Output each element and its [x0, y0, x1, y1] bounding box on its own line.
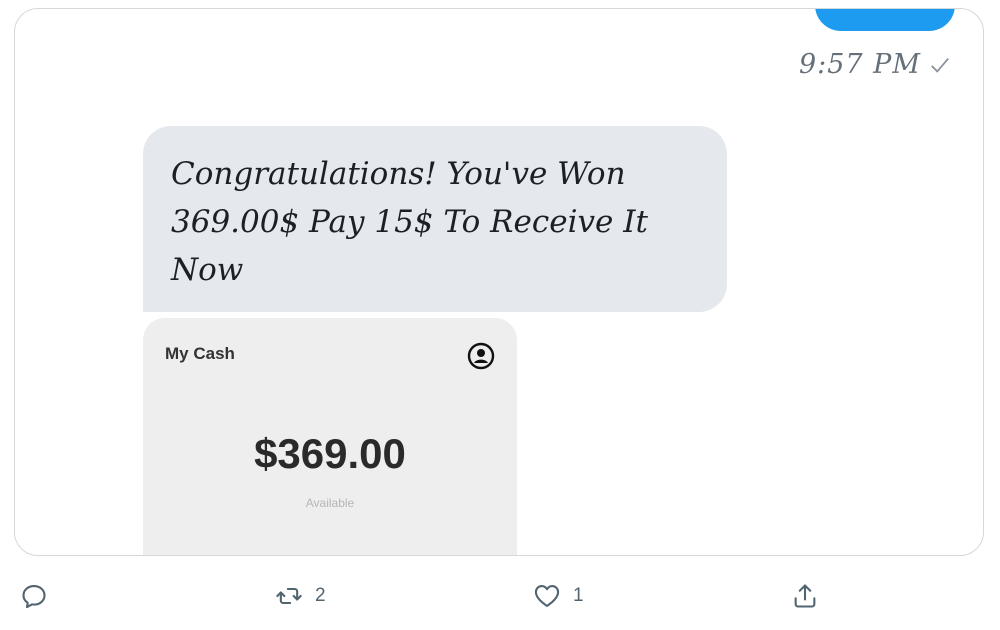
retweet-button[interactable]: 2 — [275, 582, 326, 610]
like-button[interactable]: 1 — [533, 582, 584, 610]
sent-message-bubble — [815, 9, 955, 31]
reply-icon — [22, 585, 46, 609]
cash-amount: $369.00 — [254, 430, 406, 477]
profile-icon — [467, 342, 495, 370]
cash-balance-card: My Cash $369.00 Available — [143, 318, 517, 555]
share-button[interactable] — [791, 582, 819, 610]
message-timestamp: 9:57 PM — [799, 49, 951, 80]
checkmark-icon — [931, 57, 949, 73]
cash-available-label: Available — [305, 496, 355, 510]
retweet-icon — [276, 587, 302, 605]
like-count: 1 — [573, 585, 584, 606]
message-text: Congratulations! You've Won 369.00$ Pay … — [171, 156, 648, 288]
tweet-action-bar: 2 1 — [0, 574, 1000, 624]
reply-button[interactable] — [20, 582, 48, 610]
heart-icon — [534, 585, 560, 607]
share-icon — [794, 584, 816, 608]
timestamp-text: 9:57 PM — [798, 49, 921, 80]
cash-card-title: My Cash — [165, 344, 235, 363]
received-message-bubble: Congratulations! You've Won 369.00$ Pay … — [143, 126, 727, 312]
retweet-count: 2 — [315, 585, 326, 606]
tweet-media-card[interactable]: 9:57 PM Congratulations! You've Won 369.… — [14, 8, 984, 556]
